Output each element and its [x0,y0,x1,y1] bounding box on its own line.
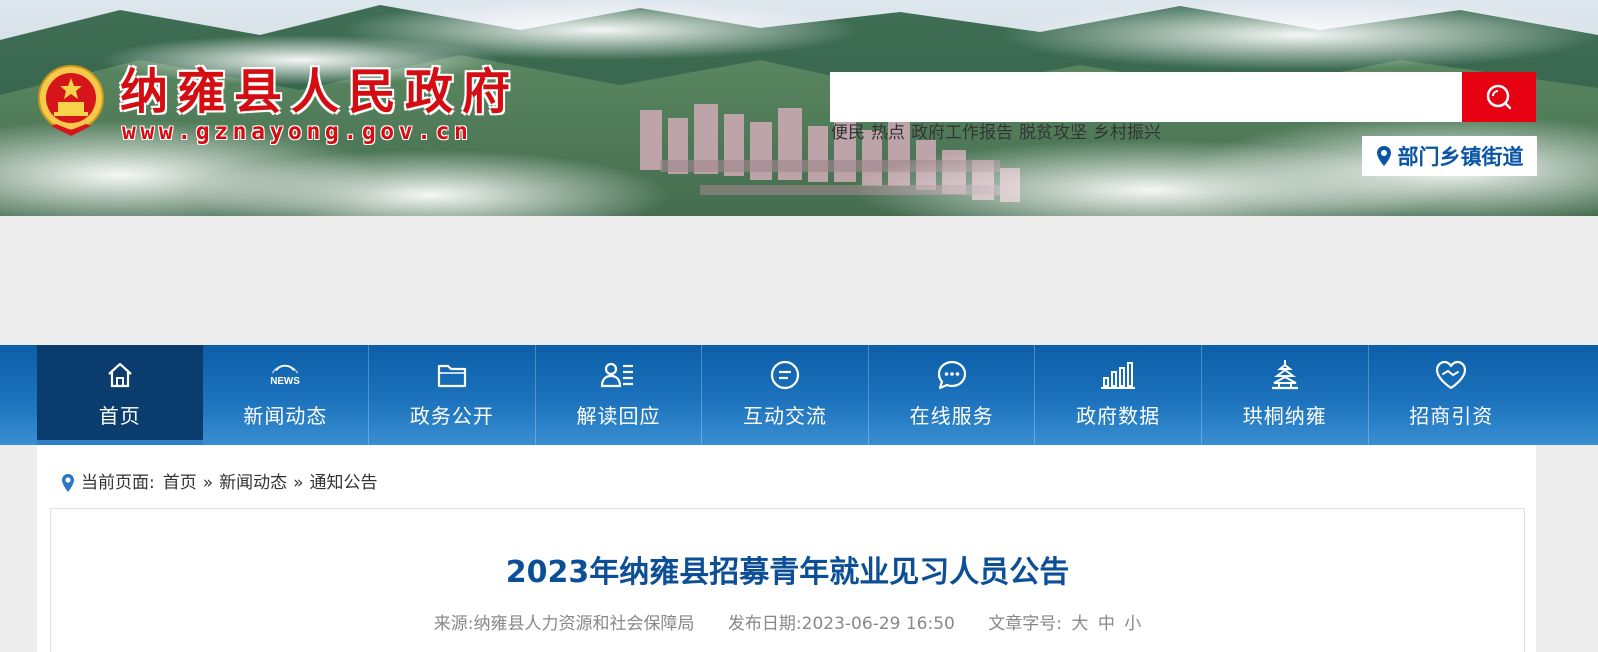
folder-icon [434,357,470,393]
chat-dots-icon [934,357,970,393]
nav-label: 互动交流 [743,404,828,428]
dept-town-link[interactable]: 部门乡镇街道 [1362,136,1537,176]
nav-item-gov-open[interactable]: 政务公开 [369,345,536,445]
site-title: 纳雍县人民政府 [120,64,520,120]
article-fontsize: 文章字号: 大 中 小 [988,614,1141,634]
search-input[interactable] [830,72,1462,122]
nav-label: 政府数据 [1076,404,1161,428]
nav-label: 珙桐纳雍 [1242,404,1327,428]
fontsize-small-button[interactable]: 小 [1124,614,1141,634]
handshake-heart-icon [1433,357,1469,393]
breadcrumb-link-news[interactable]: 新闻动态 [219,471,287,495]
dept-town-link-label: 部门乡镇街道 [1397,145,1524,169]
nav-item-online-service[interactable]: 在线服务 [869,345,1036,445]
nav-item-investment[interactable]: 招商引资 [1369,345,1535,445]
nav-item-interpretation[interactable]: 解读回应 [536,345,703,445]
article-container: 2023年纳雍县招募青年就业见习人员公告 来源:纳雍县人力资源和社会保障局 发布… [50,508,1525,652]
breadcrumb-separator: » [293,473,304,493]
breadcrumb: 当前页面: 首页 » 新闻动态 » 通知公告 [61,471,378,495]
nav-item-home[interactable]: 首页 [37,345,203,445]
breadcrumb-link-home[interactable]: 首页 [163,471,197,495]
article-source-value: 纳雍县人力资源和社会保障局 [473,614,695,634]
site-url: www.gznayong.gov.cn [122,119,473,145]
article-date-label: 发布日期: [727,614,802,634]
nav-label: 解读回应 [576,404,661,428]
article-meta: 来源:纳雍县人力资源和社会保障局 发布日期:2023-06-29 16:50 文… [51,612,1524,636]
search-button[interactable] [1462,72,1536,122]
fontsize-medium-button[interactable]: 中 [1098,614,1115,634]
article-source-label: 来源: [433,614,474,634]
hot-search-words: 便民 热点 政府工作报告 脱贫攻坚 乡村振兴 [831,122,1167,144]
breadcrumb-link-notices[interactable]: 通知公告 [310,471,378,495]
nav-label: 招商引资 [1409,404,1494,428]
news-icon: NEWS [267,357,303,393]
article-date-value: 2023-06-29 16:50 [801,614,955,634]
hot-word-link[interactable]: 乡村振兴 [1093,123,1161,143]
content-area: 当前页面: 首页 » 新闻动态 » 通知公告 2023年纳雍县招募青年就业见习人… [37,445,1536,652]
nav-label: 首页 [98,404,141,428]
tower-icon [1267,357,1303,393]
hot-word-link[interactable]: 热点 [871,123,905,143]
location-pin-icon [62,474,74,492]
search-icon [1486,84,1512,110]
nav-label: 在线服务 [909,404,994,428]
bar-chart-icon [1100,357,1136,393]
nav-item-gongtong-nayong[interactable]: 珙桐纳雍 [1202,345,1369,445]
breadcrumb-separator: » [202,473,214,493]
hot-word-link[interactable]: 政府工作报告 [911,123,1013,143]
article-date: 发布日期:2023-06-29 16:50 [728,614,955,634]
chat-lines-icon [767,357,803,393]
breadcrumb-prefix: 当前页面: [81,473,155,493]
national-emblem-icon [36,64,106,138]
article-title: 2023年纳雍县招募青年就业见习人员公告 [505,555,1070,590]
header-banner: 纳雍县人民政府 www.gznayong.gov.cn 便民 热点 政府工作报告 脱贫… [0,0,1598,216]
location-pin-icon [1376,146,1391,166]
nav-label: 新闻动态 [243,404,328,428]
fontsize-large-button[interactable]: 大 [1071,614,1088,634]
article-source: 来源:纳雍县人力资源和社会保障局 [434,614,695,634]
nav-item-interaction[interactable]: 互动交流 [702,345,869,445]
svg-text:NEWS: NEWS [271,376,301,387]
nav-item-news[interactable]: NEWS 新闻动态 [203,345,370,445]
main-nav: 首页 NEWS 新闻动态 政务公开 解读回应 互动交流 在线服务 政府数据 珙桐… [0,345,1598,445]
article-fontsize-label: 文章字号: [988,614,1062,634]
hot-word-link[interactable]: 便民 [831,123,865,143]
hot-word-link[interactable]: 脱贫攻坚 [1019,123,1087,143]
nav-item-gov-data[interactable]: 政府数据 [1035,345,1202,445]
nav-label: 政务公开 [409,404,494,428]
home-icon [102,357,138,393]
person-list-icon [600,357,636,393]
